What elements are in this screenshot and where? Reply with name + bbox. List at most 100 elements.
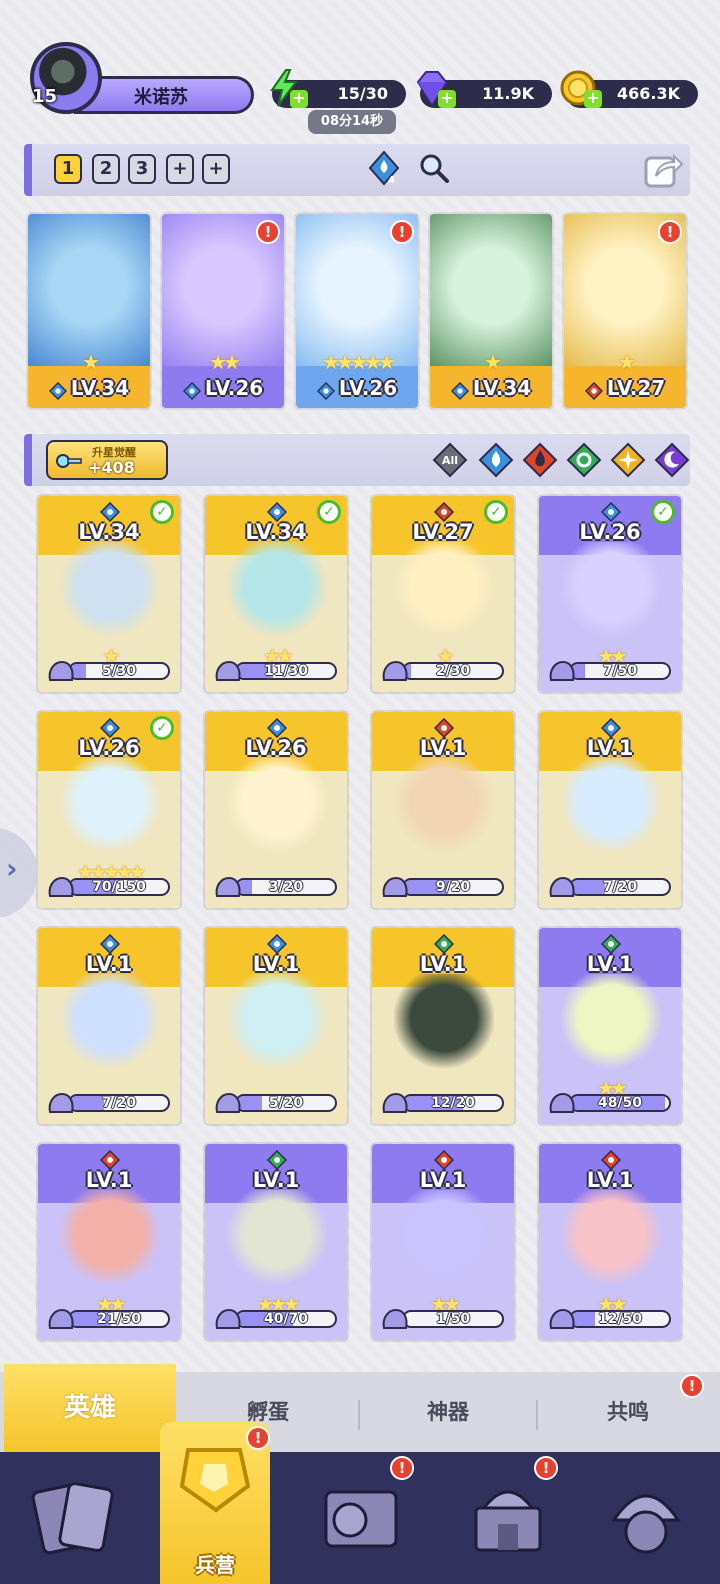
fire-element-icon xyxy=(433,501,455,523)
shard-progress: 5/30 xyxy=(46,658,170,684)
all-filter-icon[interactable]: All xyxy=(432,442,468,478)
shard-count: 5/30 xyxy=(101,663,137,679)
hero-card[interactable]: LV.1 ★★★ 40/70 xyxy=(203,1142,349,1342)
key-icon xyxy=(56,454,82,468)
fire-filter-icon[interactable] xyxy=(522,442,558,478)
hero-level: LV.1 xyxy=(419,952,467,976)
water-filter-icon[interactable] xyxy=(478,442,514,478)
hero-card[interactable]: LV.1 9/20 xyxy=(370,710,516,910)
water-element-icon xyxy=(600,717,622,739)
player-name: 米诺苏 xyxy=(134,87,188,108)
nav-guild-icon[interactable] xyxy=(596,1468,696,1568)
side-expand-button[interactable]: › xyxy=(0,828,38,918)
wind-element-icon xyxy=(433,933,455,955)
hero-card[interactable]: LV.27 ★ 2/30 ✓ xyxy=(370,494,516,694)
divider xyxy=(358,1400,360,1430)
hero-level: LV.34 xyxy=(28,376,150,400)
fire-element-icon xyxy=(600,1149,622,1171)
nav-map[interactable]: ! xyxy=(310,1456,414,1568)
hero-card[interactable]: LV.26 ★★ 7/50 ✓ xyxy=(537,494,683,694)
add-coins-button[interactable]: + xyxy=(584,90,602,108)
shard-progress: 9/20 xyxy=(380,874,504,900)
divider xyxy=(536,1400,538,1430)
shard-count: 1/50 xyxy=(435,1311,471,1327)
nav-barracks-label: 兵营 xyxy=(195,1553,235,1577)
wind-element xyxy=(266,1149,288,1171)
hero-level: LV.1 xyxy=(85,1168,133,1192)
water-element-icon xyxy=(182,381,201,400)
water-element xyxy=(600,717,622,739)
team-tab-1[interactable]: 1 xyxy=(54,154,82,184)
water-element-icon xyxy=(316,381,335,400)
hero-card[interactable]: LV.1 7/20 xyxy=(36,926,182,1126)
nav-barracks[interactable]: 兵营 ! xyxy=(160,1422,270,1584)
add-gems-button[interactable]: + xyxy=(438,90,456,108)
shard-progress: 3/20 xyxy=(213,874,337,900)
hero-card[interactable]: LV.34 ★ 5/30 ✓ xyxy=(36,494,182,694)
water-badge-icon[interactable]: 4 xyxy=(366,150,402,186)
hero-portrait xyxy=(561,1190,661,1300)
hero-level-text: LV.26 xyxy=(204,376,264,400)
hero-card[interactable]: LV.1 ★★ 12/50 xyxy=(537,1142,683,1342)
hero-card[interactable]: LV.26 3/20 xyxy=(203,710,349,910)
shard-progress: 5/20 xyxy=(213,1090,337,1116)
fire-element xyxy=(433,717,455,739)
nav-shrine[interactable]: ! xyxy=(458,1456,558,1568)
fire-element xyxy=(433,501,455,523)
wind-filter-icon[interactable] xyxy=(566,442,602,478)
hero-stars: ★★★★★ xyxy=(322,350,396,374)
hero-portrait xyxy=(227,542,327,652)
team-hero-card[interactable]: ★ LV.27 ! xyxy=(562,212,688,410)
hero-portrait xyxy=(561,542,661,652)
hero-card[interactable]: LV.1 7/20 xyxy=(537,710,683,910)
hero-level-text: LV.26 xyxy=(338,376,398,400)
shard-count: 7/50 xyxy=(602,663,638,679)
light-filter-icon[interactable] xyxy=(610,442,646,478)
team-hero-card[interactable]: ★★ LV.26 ! xyxy=(160,212,286,410)
team-hero-card[interactable]: ★ LV.34 xyxy=(26,212,152,410)
hero-card[interactable]: LV.1 ★★ 48/50 xyxy=(537,926,683,1126)
chevron-right-icon: › xyxy=(6,852,18,885)
wind-element xyxy=(600,933,622,955)
hero-level: LV.1 xyxy=(252,1168,300,1192)
hero-card[interactable]: LV.1 ★★ 1/50 xyxy=(370,1142,516,1342)
coins-counter[interactable]: + 466.3K xyxy=(560,70,698,108)
water-element xyxy=(99,933,121,955)
hero-card[interactable]: LV.1 ★★ 21/50 xyxy=(36,1142,182,1342)
hero-card[interactable]: LV.1 12/20 xyxy=(370,926,516,1126)
search-icon[interactable] xyxy=(416,150,452,186)
hero-card[interactable]: LV.26 ★★★★★ 70/150 ✓ xyxy=(36,710,182,910)
tab-artifacts[interactable]: 神器 xyxy=(362,1388,534,1436)
water-element-icon xyxy=(600,501,622,523)
add-team-button[interactable]: + xyxy=(166,154,194,184)
nav-cards-icon[interactable] xyxy=(28,1468,128,1568)
gems-value: 11.9K xyxy=(482,84,534,103)
dark-filter-icon[interactable] xyxy=(654,442,690,478)
hero-card[interactable]: LV.1 5/20 xyxy=(203,926,349,1126)
check-icon: ✓ xyxy=(317,500,341,524)
gems-counter[interactable]: + 11.9K xyxy=(416,71,552,108)
add-energy-button[interactable]: + xyxy=(290,90,308,108)
team-tab-3[interactable]: 3 xyxy=(128,154,156,184)
team-hero-card[interactable]: ★ LV.34 xyxy=(428,212,554,410)
tab-heroes[interactable]: 英雄 xyxy=(4,1364,176,1452)
shard-progress: 7/20 xyxy=(547,874,671,900)
team-tab-2[interactable]: 2 xyxy=(92,154,120,184)
hero-card[interactable]: LV.34 ★★ 11/30 ✓ xyxy=(203,494,349,694)
hero-level: LV.1 xyxy=(252,952,300,976)
shard-count: 2/30 xyxy=(435,663,471,679)
add-team-button[interactable]: + xyxy=(202,154,230,184)
hero-level: LV.1 xyxy=(586,736,634,760)
shard-count: 5/20 xyxy=(268,1095,304,1111)
team-hero-card[interactable]: ★★★★★ LV.26 ! xyxy=(294,212,420,410)
fire-element-icon xyxy=(584,381,603,400)
hero-level-text: LV.34 xyxy=(472,376,532,400)
energy-counter[interactable]: + 15/30 xyxy=(270,69,406,108)
star-awaken-button[interactable]: 升星觉醒 +408 xyxy=(46,440,168,480)
player-profile[interactable]: 米诺苏 15 xyxy=(24,42,254,116)
player-level: 15 xyxy=(32,86,58,107)
fire-element-icon xyxy=(433,717,455,739)
badge-count: 4 xyxy=(388,175,395,186)
hero-level: LV.26 xyxy=(162,376,284,400)
share-icon[interactable] xyxy=(642,148,684,190)
